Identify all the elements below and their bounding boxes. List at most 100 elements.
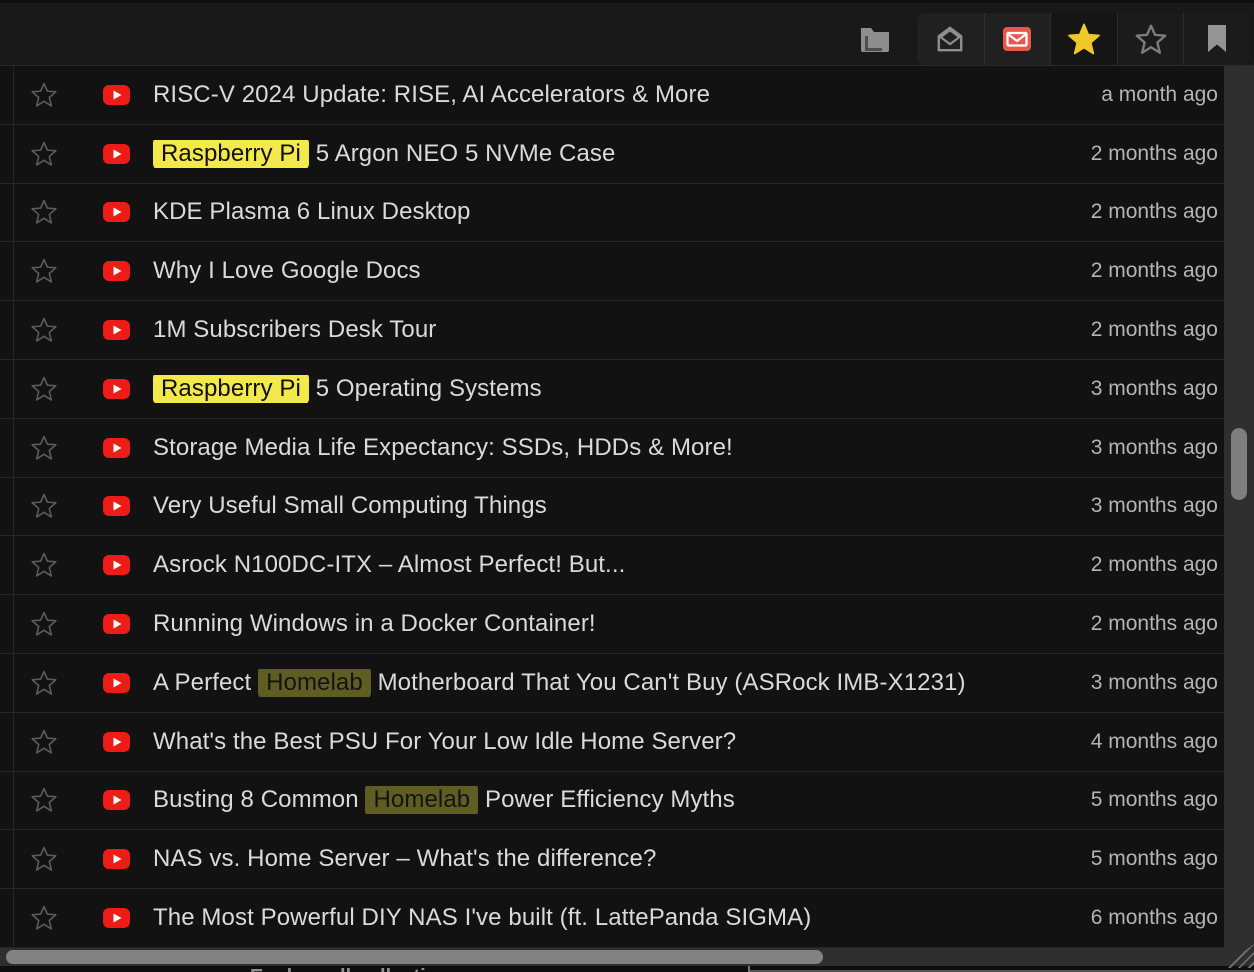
- star-toggle-button[interactable]: [29, 315, 59, 345]
- feed-item-row[interactable]: Very Useful Small Computing Things 3 mon…: [0, 478, 1224, 537]
- feed-item-row[interactable]: A Perfect Homelab Motherboard That You C…: [0, 654, 1224, 713]
- search-highlight: Raspberry Pi: [153, 140, 309, 168]
- feed-item-row[interactable]: The Most Powerful DIY NAS I've built (ft…: [0, 889, 1224, 948]
- title-text: 5 Operating Systems: [309, 375, 542, 402]
- feed-item-row[interactable]: Raspberry Pi 5 Operating Systems 3 month…: [0, 360, 1224, 419]
- folder-button[interactable]: [842, 13, 908, 65]
- title-text: The Most Powerful DIY NAS I've built (ft…: [153, 904, 811, 931]
- toolbar: [0, 0, 1254, 66]
- feed-item-row[interactable]: NAS vs. Home Server – What's the differe…: [0, 830, 1224, 889]
- mail-unread-button[interactable]: [984, 13, 1051, 65]
- feed-item-row[interactable]: Running Windows in a Docker Container! 2…: [0, 595, 1224, 654]
- youtube-icon: [103, 790, 130, 810]
- title-text: Why I Love Google Docs: [153, 257, 421, 284]
- star-toggle-button[interactable]: [29, 139, 59, 169]
- item-time: 3 months ago: [1091, 436, 1218, 460]
- feed-item-row[interactable]: Storage Media Life Expectancy: SSDs, HDD…: [0, 419, 1224, 478]
- item-title: Raspberry Pi 5 Argon NEO 5 NVMe Case: [153, 140, 615, 168]
- item-title: Why I Love Google Docs: [153, 257, 421, 285]
- star-toggle-button[interactable]: [29, 844, 59, 874]
- star-toggle-button[interactable]: [29, 609, 59, 639]
- item-time: 4 months ago: [1091, 730, 1218, 754]
- item-time: 2 months ago: [1091, 259, 1218, 283]
- youtube-icon: [103, 261, 130, 281]
- item-time: a month ago: [1101, 83, 1218, 107]
- vertical-scrollbar-thumb[interactable]: [1231, 428, 1247, 500]
- title-text: Very Useful Small Computing Things: [153, 492, 547, 519]
- item-time: 2 months ago: [1091, 318, 1218, 342]
- youtube-icon: [103, 85, 130, 105]
- title-text: Running Windows in a Docker Container!: [153, 610, 596, 637]
- item-title: NAS vs. Home Server – What's the differe…: [153, 845, 656, 873]
- title-text: 1M Subscribers Desk Tour: [153, 316, 436, 343]
- star-toggle-button[interactable]: [29, 785, 59, 815]
- star-toggle-button[interactable]: [29, 668, 59, 698]
- feed-item-row[interactable]: Raspberry Pi 5 Argon NEO 5 NVMe Case 2 m…: [0, 125, 1224, 184]
- feed-item-row[interactable]: Asrock N100DC-ITX – Almost Perfect! But.…: [0, 536, 1224, 595]
- star-toggle-button[interactable]: [29, 550, 59, 580]
- item-title: 1M Subscribers Desk Tour: [153, 316, 436, 344]
- mail-unread-icon: [1003, 27, 1031, 51]
- youtube-icon: [103, 496, 130, 516]
- star-toggle-button[interactable]: [29, 727, 59, 757]
- item-title: Running Windows in a Docker Container!: [153, 610, 596, 638]
- youtube-icon: [103, 732, 130, 752]
- title-text: Asrock N100DC-ITX – Almost Perfect! But.…: [153, 551, 625, 578]
- star-outline-filter-button[interactable]: [1117, 13, 1184, 65]
- title-text: Motherboard That You Can't Buy (ASRock I…: [371, 669, 966, 696]
- title-text: RISC-V 2024 Update: RISE, AI Accelerator…: [153, 81, 710, 108]
- item-time: 5 months ago: [1091, 788, 1218, 812]
- feed-item-row[interactable]: RISC-V 2024 Update: RISE, AI Accelerator…: [0, 66, 1224, 125]
- youtube-icon: [103, 438, 130, 458]
- horizontal-scrollbar-thumb[interactable]: [6, 950, 823, 964]
- title-text: What's the Best PSU For Your Low Idle Ho…: [153, 728, 736, 755]
- item-time: 2 months ago: [1091, 553, 1218, 577]
- vertical-scrollbar[interactable]: [1224, 66, 1254, 948]
- bookmark-button[interactable]: [1183, 13, 1250, 65]
- star-toggle-button[interactable]: [29, 903, 59, 933]
- mail-open-icon: [935, 25, 965, 53]
- mail-open-button[interactable]: [917, 13, 984, 65]
- feed-item-row[interactable]: Why I Love Google Docs 2 months ago: [0, 242, 1224, 301]
- item-time: 3 months ago: [1091, 671, 1218, 695]
- feed-item-row[interactable]: 1M Subscribers Desk Tour 2 months ago: [0, 301, 1224, 360]
- youtube-icon: [103, 202, 130, 222]
- search-highlight: Raspberry Pi: [153, 375, 309, 403]
- star-toggle-button[interactable]: [29, 256, 59, 286]
- star-filled-icon: [1065, 21, 1103, 57]
- item-title: What's the Best PSU For Your Low Idle Ho…: [153, 728, 736, 756]
- title-text: Storage Media Life Expectancy: SSDs, HDD…: [153, 434, 733, 461]
- item-time: 2 months ago: [1091, 200, 1218, 224]
- horizontal-scrollbar[interactable]: [0, 948, 1254, 966]
- starred-filter-button[interactable]: [1050, 13, 1117, 65]
- title-text: Power Efficiency Myths: [478, 786, 735, 813]
- item-time: 2 months ago: [1091, 142, 1218, 166]
- feed-item-row[interactable]: Busting 8 Common Homelab Power Efficienc…: [0, 772, 1224, 831]
- folder-icon: [859, 26, 891, 52]
- star-toggle-button[interactable]: [29, 197, 59, 227]
- star-toggle-button[interactable]: [29, 80, 59, 110]
- star-toggle-button[interactable]: [29, 374, 59, 404]
- feed-item-row[interactable]: What's the Best PSU For Your Low Idle Ho…: [0, 713, 1224, 772]
- feed-item-row[interactable]: KDE Plasma 6 Linux Desktop 2 months ago: [0, 184, 1224, 243]
- search-highlight: Homelab: [258, 669, 371, 697]
- youtube-icon: [103, 555, 130, 575]
- title-text: 5 Argon NEO 5 NVMe Case: [309, 140, 616, 167]
- title-text: KDE Plasma 6 Linux Desktop: [153, 198, 470, 225]
- list-left-border: [13, 66, 14, 948]
- star-toggle-button[interactable]: [29, 433, 59, 463]
- youtube-icon: [103, 908, 130, 928]
- title-text: Busting 8 Common: [153, 786, 365, 813]
- item-time: 3 months ago: [1091, 494, 1218, 518]
- item-title: Very Useful Small Computing Things: [153, 492, 547, 520]
- item-time: 5 months ago: [1091, 847, 1218, 871]
- bookmark-icon: [1207, 25, 1227, 53]
- youtube-icon: [103, 673, 130, 693]
- feed-reader-window: RISC-V 2024 Update: RISE, AI Accelerator…: [0, 0, 1254, 972]
- item-title: A Perfect Homelab Motherboard That You C…: [153, 669, 966, 697]
- item-title: Asrock N100DC-ITX – Almost Perfect! But.…: [153, 551, 625, 579]
- youtube-icon: [103, 379, 130, 399]
- star-toggle-button[interactable]: [29, 491, 59, 521]
- explore-collections-link[interactable]: Explore all collections: [250, 966, 461, 972]
- youtube-icon: [103, 144, 130, 164]
